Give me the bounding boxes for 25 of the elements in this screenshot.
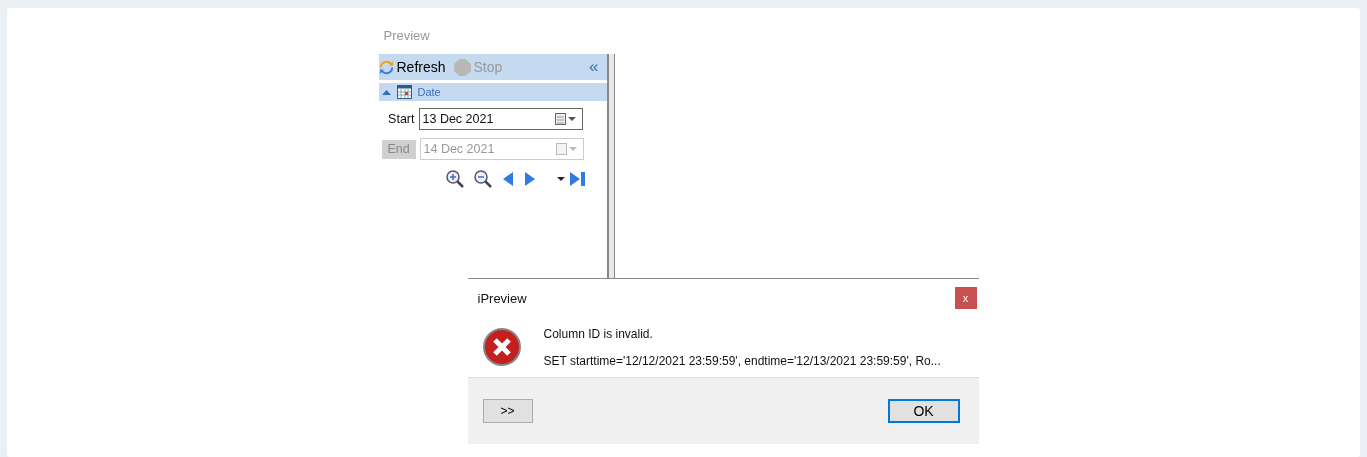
details-button[interactable]: >> <box>482 399 533 423</box>
error-message: Column ID is invalid. <box>543 326 654 341</box>
collapse-button[interactable]: « <box>581 57 607 77</box>
ok-button[interactable]: OK <box>887 399 960 423</box>
next-arrow-icon[interactable] <box>522 171 537 187</box>
date-group-header[interactable]: Date <box>378 83 607 101</box>
last-arrow-icon[interactable] <box>568 171 587 187</box>
zoom-out-icon[interactable] <box>472 169 493 189</box>
start-date-field[interactable]: 13 Dec 2021 <box>418 108 583 130</box>
stop-icon <box>453 58 471 76</box>
start-label: Start <box>387 112 415 126</box>
calendar-dropdown-icon <box>554 113 577 125</box>
expand-arrow-icon <box>381 88 391 96</box>
panel-title: Preview <box>382 27 431 45</box>
refresh-button[interactable]: Refresh <box>378 59 450 75</box>
refresh-icon <box>378 59 394 75</box>
calendar-dropdown-icon <box>555 143 578 155</box>
splitter[interactable] <box>606 54 615 278</box>
dialog-title: iPreview <box>477 290 527 306</box>
close-button[interactable]: x <box>954 287 977 309</box>
zoom-in-icon[interactable] <box>444 169 465 189</box>
dropdown-arrow-icon[interactable] <box>556 176 565 182</box>
calendar-icon <box>396 85 412 99</box>
error-detail: SET starttime='12/12/2021 23:59:59', endtime='12/13/2021 23:59:59', Ro... <box>543 353 941 368</box>
error-icon <box>481 327 522 367</box>
